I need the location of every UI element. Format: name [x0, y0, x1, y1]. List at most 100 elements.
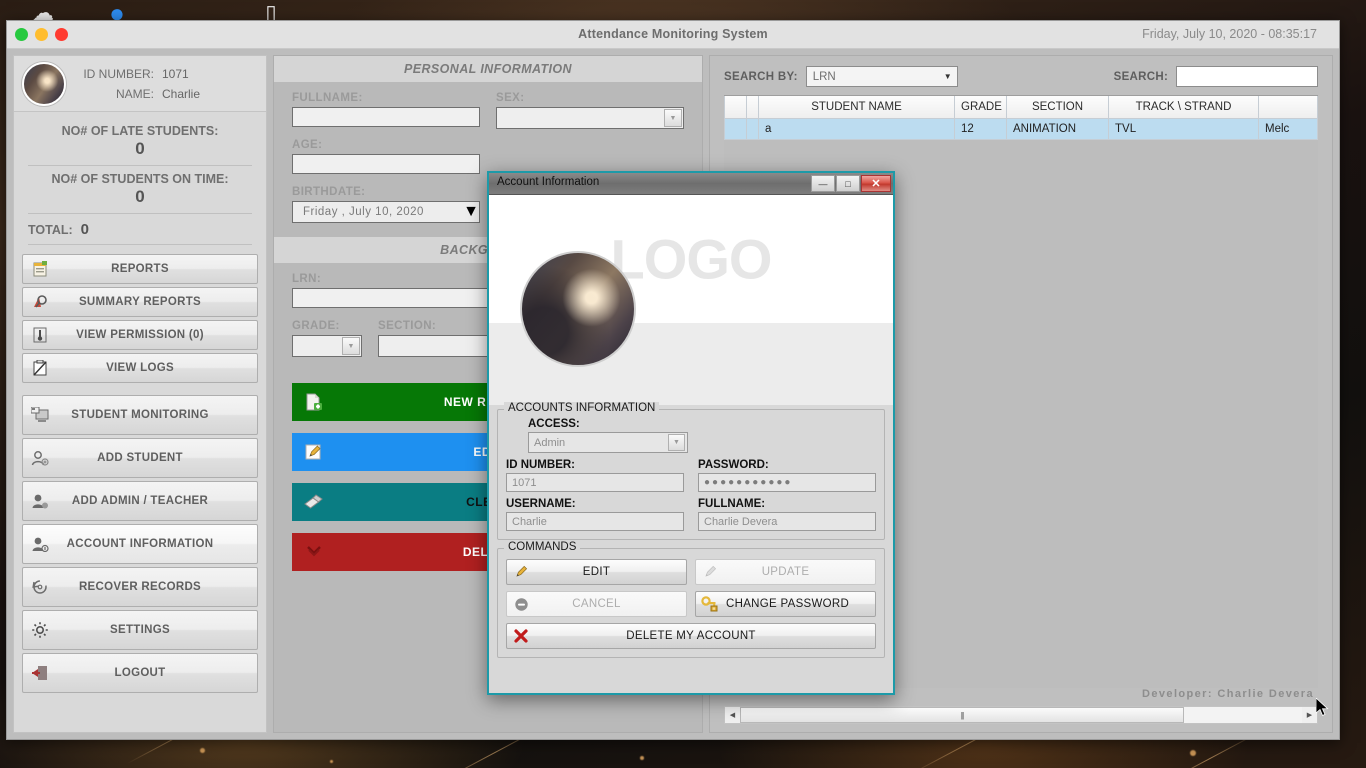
search-by-select[interactable]: LRN ▼ [805, 66, 958, 87]
sidebar-item-recover-records[interactable]: RECOVER RECORDS [22, 567, 258, 607]
fullname-input[interactable] [292, 107, 480, 127]
app-clock: Friday, July 10, 2020 - 08:35:17 [1142, 27, 1317, 41]
accounts-information-group: ACCOUNTS INFORMATION ACCESS: Admin ▼ ID … [497, 402, 885, 540]
chevron-down-icon[interactable]: ▼ [668, 434, 685, 451]
password-field[interactable]: ●●●●●●●●●●● [698, 473, 876, 492]
add-person-icon [23, 450, 57, 466]
sidebar-item-student-monitoring[interactable]: STUDENT MONITORING [22, 395, 258, 435]
cell-select[interactable] [724, 117, 747, 140]
age-input[interactable] [292, 154, 480, 174]
fullname-field[interactable]: Charlie Devera [698, 512, 876, 531]
cell-grade: 12 [954, 117, 1007, 140]
grid-col-student-name[interactable]: STUDENT NAME [758, 96, 955, 119]
report-icon [23, 261, 57, 277]
dialog-change-password-button[interactable]: CHANGE PASSWORD [695, 591, 876, 617]
sidebar: ID NUMBER: 1071 NAME: Charlie NO# OF LAT… [13, 55, 267, 733]
profile-name-row: NAME: Charlie [76, 84, 200, 104]
dialog-content: ACCOUNTS INFORMATION ACCESS: Admin ▼ ID … [489, 402, 893, 693]
logs-icon [23, 360, 57, 376]
search-by-value: LRN [812, 70, 836, 83]
mouse-cursor [1315, 697, 1330, 723]
chevron-down-icon[interactable]: ▼ [342, 337, 360, 355]
scrollbar-track[interactable]: ||| [740, 707, 1302, 723]
grid-col-grade[interactable]: GRADE [954, 96, 1007, 119]
app-title: Attendance Monitoring System [578, 27, 768, 41]
chevron-down-icon[interactable]: ▼ [463, 203, 479, 221]
sidebar-stats: NO# OF LATE STUDENTS: 0 NO# OF STUDENTS … [14, 112, 266, 247]
birthdate-value: Friday , July 10, 2020 [303, 206, 424, 218]
search-label: SEARCH: [1113, 70, 1169, 83]
grid-col-extra[interactable] [1258, 96, 1318, 119]
sex-label: SEX: [496, 92, 525, 104]
sidebar-item-settings[interactable]: SETTINGS [22, 610, 258, 650]
scroll-right-icon[interactable]: ▶ [1302, 707, 1317, 723]
sidebar-item-label: ADD ADMIN / TEACHER [71, 495, 209, 507]
search-input[interactable] [1176, 66, 1318, 87]
ontime-students-value: 0 [135, 187, 145, 206]
ontime-students-label: NO# OF STUDENTS ON TIME: [51, 172, 229, 186]
grid-col-track-strand[interactable]: TRACK \ STRAND [1108, 96, 1259, 119]
dialog-delete-account-button[interactable]: DELETE MY ACCOUNT [506, 623, 876, 649]
dialog-minimize-button[interactable]: — [811, 175, 835, 192]
access-select[interactable]: Admin ▼ [528, 432, 688, 453]
sidebar-item-account-information[interactable]: ACCOUNT INFORMATION [22, 524, 258, 564]
account-information-dialog: Account Information — □ ✕ LOGO ACCOUNTS … [487, 171, 895, 695]
sidebar-item-add-admin-teacher[interactable]: ADD ADMIN / TEACHER [22, 481, 258, 521]
cell-student-name: a [758, 117, 955, 140]
access-label: ACCESS: [528, 418, 580, 430]
sidebar-item-summary-reports[interactable]: SUMMARY REPORTS [22, 287, 258, 317]
grade-select[interactable]: ▼ [292, 335, 362, 357]
horizontal-scrollbar[interactable]: ◀ ||| ▶ [724, 706, 1318, 724]
id-number-label: ID NUMBER: [506, 459, 575, 471]
sidebar-item-logout[interactable]: LOGOUT [22, 653, 258, 693]
birthdate-picker[interactable]: Friday , July 10, 2020 ▼ [292, 201, 480, 223]
cell-blank [746, 117, 759, 140]
restore-icon [23, 579, 57, 595]
username-field[interactable]: Charlie [506, 512, 684, 531]
grid-col-section[interactable]: SECTION [1006, 96, 1109, 119]
chevron-down-icon[interactable]: ▼ [944, 72, 952, 81]
avatar [22, 61, 66, 106]
grid-col-select[interactable] [724, 96, 747, 119]
cell-section: ANIMATION [1006, 117, 1109, 140]
profile-name-value: Charlie [162, 86, 201, 101]
dialog-update-label: UPDATE [761, 566, 810, 578]
admin-person-icon [23, 493, 57, 509]
sidebar-item-label: LOGOUT [114, 667, 166, 679]
commands-caption: COMMANDS [504, 541, 581, 553]
sidebar-item-reports[interactable]: REPORTS [22, 254, 258, 284]
search-by-label: SEARCH BY: [724, 70, 798, 83]
chevron-down-icon[interactable]: ▼ [664, 109, 682, 127]
grade-label: GRADE: [292, 320, 340, 332]
scroll-left-icon[interactable]: ◀ [725, 707, 740, 723]
grid-col-blank[interactable] [746, 96, 759, 119]
total-label: TOTAL: [28, 223, 73, 237]
key-icon [696, 596, 724, 612]
sidebar-item-label: VIEW PERMISSION (0) [76, 329, 204, 341]
monitor-icon [23, 407, 57, 423]
dialog-maximize-button[interactable]: □ [836, 175, 860, 192]
application-window: Attendance Monitoring System Friday, Jul… [6, 20, 1340, 740]
dialog-title-bar[interactable]: Account Information — □ ✕ [489, 173, 893, 195]
dialog-update-button[interactable]: UPDATE [695, 559, 876, 585]
sidebar-item-label: REPORTS [111, 263, 169, 275]
sidebar-item-add-student[interactable]: ADD STUDENT [22, 438, 258, 478]
sidebar-item-view-permission[interactable]: VIEW PERMISSION (0) [22, 320, 258, 350]
late-students-value: 0 [135, 139, 145, 158]
dialog-cancel-button[interactable]: CANCEL [506, 591, 687, 617]
total-value: 0 [80, 221, 90, 238]
grid-header-row: STUDENT NAME GRADE SECTION TRACK \ STRAN… [724, 96, 1318, 119]
dialog-edit-button[interactable]: EDIT [506, 559, 687, 585]
dialog-delete-account-label: DELETE MY ACCOUNT [626, 630, 756, 642]
sex-select[interactable]: ▼ [496, 107, 684, 129]
personal-information-heading: PERSONAL INFORMATION [274, 56, 702, 82]
dialog-edit-label: EDIT [582, 566, 611, 578]
scrollbar-thumb[interactable]: ||| [740, 707, 1184, 723]
age-label: AGE: [292, 139, 323, 151]
sidebar-item-view-logs[interactable]: VIEW LOGS [22, 353, 258, 383]
dialog-close-button[interactable]: ✕ [861, 175, 891, 192]
id-number-field[interactable]: 1071 [506, 473, 684, 492]
table-row[interactable]: a 12 ANIMATION TVL Melc [724, 117, 1318, 140]
profile-id-row: ID NUMBER: 1071 [76, 64, 200, 84]
sidebar-main-group: STUDENT MONITORING ADD STUDENT ADD ADMIN… [14, 392, 266, 702]
